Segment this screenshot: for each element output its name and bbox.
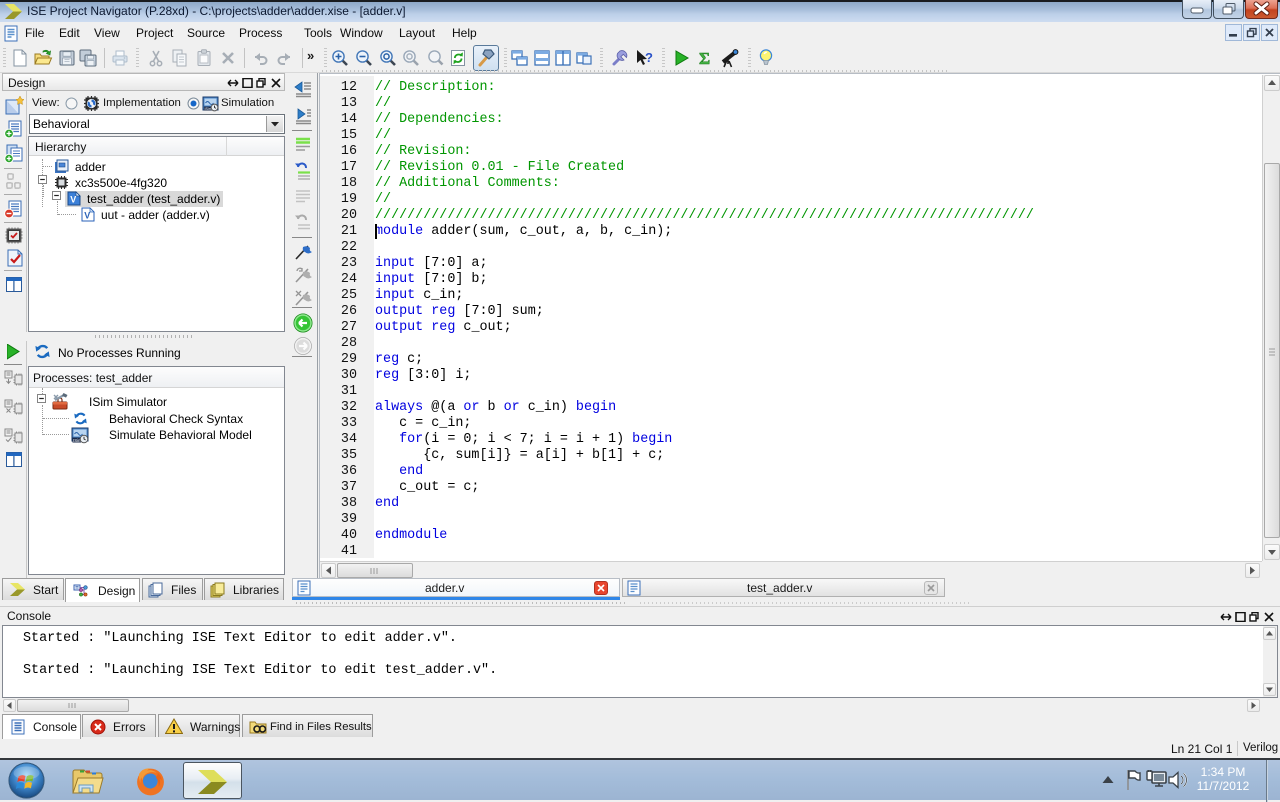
svg-text:?: ?	[645, 50, 653, 65]
svg-text:Σ: Σ	[699, 49, 710, 68]
svg-text:V: V	[70, 195, 76, 205]
svg-text:V: V	[84, 211, 90, 221]
